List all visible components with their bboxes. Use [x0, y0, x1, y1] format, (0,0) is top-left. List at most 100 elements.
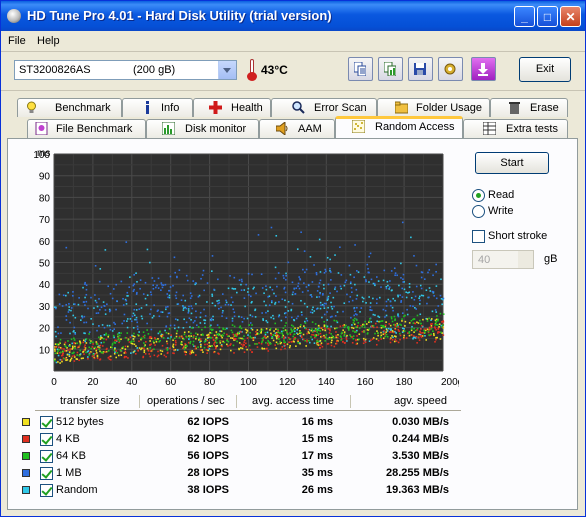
data-point-64-kb [231, 331, 234, 334]
tab-folder-usage[interactable]: Folder Usage [377, 98, 490, 117]
series-checkbox[interactable] [40, 484, 53, 497]
tab-info[interactable]: Info [122, 98, 193, 117]
data-point-1-mb [195, 324, 198, 327]
data-point-1-mb [384, 316, 386, 318]
data-point-random [391, 306, 394, 309]
data-point-random [99, 268, 102, 270]
data-point-4-kb [245, 345, 247, 348]
data-point-4-kb [395, 340, 398, 342]
data-point-64-kb [92, 341, 94, 344]
data-point-1-mb [132, 290, 135, 292]
short-stroke-checkbox[interactable] [472, 230, 485, 243]
tab-aam[interactable]: AAM [259, 119, 335, 138]
row-access: 16 ms [301, 416, 333, 428]
tab-extra-tests[interactable]: Extra tests [463, 119, 568, 138]
data-point-random [111, 330, 114, 332]
read-radio[interactable] [472, 189, 485, 202]
menu-help[interactable]: Help [37, 35, 60, 47]
copy-info-button[interactable] [348, 57, 373, 81]
data-point-512-bytes [238, 342, 241, 344]
col-access-time: avg. access time [252, 395, 334, 407]
title-bar[interactable]: HD Tune Pro 4.01 - Hard Disk Utility (tr… [1, 1, 585, 31]
data-point-512-bytes [408, 334, 411, 337]
data-point-64-kb [133, 332, 135, 335]
data-point-64-kb [394, 319, 396, 322]
tab-erase[interactable]: Erase [490, 98, 568, 117]
data-point-random [140, 315, 143, 318]
data-point-512-bytes [430, 318, 433, 320]
data-point-64-kb [149, 347, 151, 349]
data-point-1-mb [211, 255, 214, 257]
data-point-1-mb [241, 321, 244, 323]
data-point-1-mb [331, 315, 333, 318]
data-point-1-mb [414, 295, 417, 298]
data-point-1-mb [382, 308, 385, 311]
data-point-4-kb [137, 349, 140, 352]
spin-arrows-icon[interactable] [518, 251, 533, 268]
write-radio[interactable] [472, 205, 485, 218]
data-point-512-bytes [299, 325, 302, 328]
data-point-64-kb [63, 357, 65, 360]
data-point-64-kb [162, 337, 165, 339]
tab-error-scan[interactable]: Error Scan [271, 98, 377, 117]
data-point-1-mb [243, 317, 245, 320]
data-point-1-mb [249, 322, 252, 324]
data-point-random [412, 337, 414, 340]
series-checkbox[interactable] [40, 450, 53, 463]
tab-disk-monitor[interactable]: Disk monitor [146, 119, 259, 138]
drive-select[interactable]: ST3200826AS (200 gB) [14, 60, 237, 80]
tab-random-access[interactable]: Random Access [335, 116, 463, 138]
start-button[interactable]: Start [475, 152, 549, 174]
data-point-512-bytes [160, 353, 163, 355]
save-button[interactable] [408, 57, 433, 81]
data-point-4-kb [184, 343, 186, 345]
data-point-512-bytes [72, 345, 74, 348]
stroke-size-spinner[interactable]: 40 [472, 250, 534, 269]
tab-file-benchmark[interactable]: File Benchmark [27, 119, 146, 138]
data-point-1-mb [160, 311, 162, 313]
series-checkbox[interactable] [40, 416, 53, 429]
series-checkbox[interactable] [40, 467, 53, 480]
close-button[interactable]: ✕ [560, 6, 581, 27]
data-point-1-mb [111, 297, 114, 300]
copy-screenshot-button[interactable] [378, 57, 403, 81]
data-point-4-kb [363, 339, 365, 342]
data-point-4-kb [383, 329, 385, 332]
data-point-512-bytes [358, 333, 361, 336]
tab-benchmark[interactable]: Benchmark [17, 98, 122, 117]
minimize-button[interactable]: _ [514, 6, 535, 27]
data-point-512-bytes [275, 336, 278, 338]
data-point-512-bytes [73, 356, 76, 358]
tab-health[interactable]: Health [193, 98, 271, 117]
data-point-random [134, 318, 136, 321]
data-point-random [108, 324, 111, 327]
data-point-1-mb [344, 281, 347, 284]
data-point-4-kb [91, 355, 94, 358]
data-point-1-mb [291, 281, 294, 284]
data-point-64-kb [382, 325, 384, 327]
data-point-random [321, 303, 324, 306]
data-point-4-kb [438, 331, 441, 333]
data-point-random [385, 285, 388, 288]
data-point-4-kb [149, 350, 152, 352]
menu-file[interactable]: File [8, 35, 26, 47]
maximize-button[interactable]: □ [537, 6, 558, 27]
chevron-down-icon[interactable] [218, 61, 236, 79]
download-button[interactable] [471, 57, 496, 81]
data-point-64-kb [264, 331, 267, 334]
data-point-random [129, 318, 132, 320]
data-point-random [311, 311, 314, 314]
data-point-1-mb [233, 276, 236, 279]
data-point-4-kb [339, 325, 342, 328]
options-button[interactable] [438, 57, 463, 81]
data-point-1-mb [295, 287, 298, 289]
exit-button[interactable]: Exit [519, 57, 571, 82]
data-point-512-bytes [82, 350, 85, 353]
data-point-64-kb [94, 346, 97, 349]
data-point-1-mb [300, 231, 302, 234]
data-point-4-kb [335, 331, 337, 333]
row-speed: 0.244 MB/s [392, 433, 449, 445]
data-point-4-kb [403, 337, 405, 340]
data-point-1-mb [349, 281, 352, 284]
series-checkbox[interactable] [40, 433, 53, 446]
